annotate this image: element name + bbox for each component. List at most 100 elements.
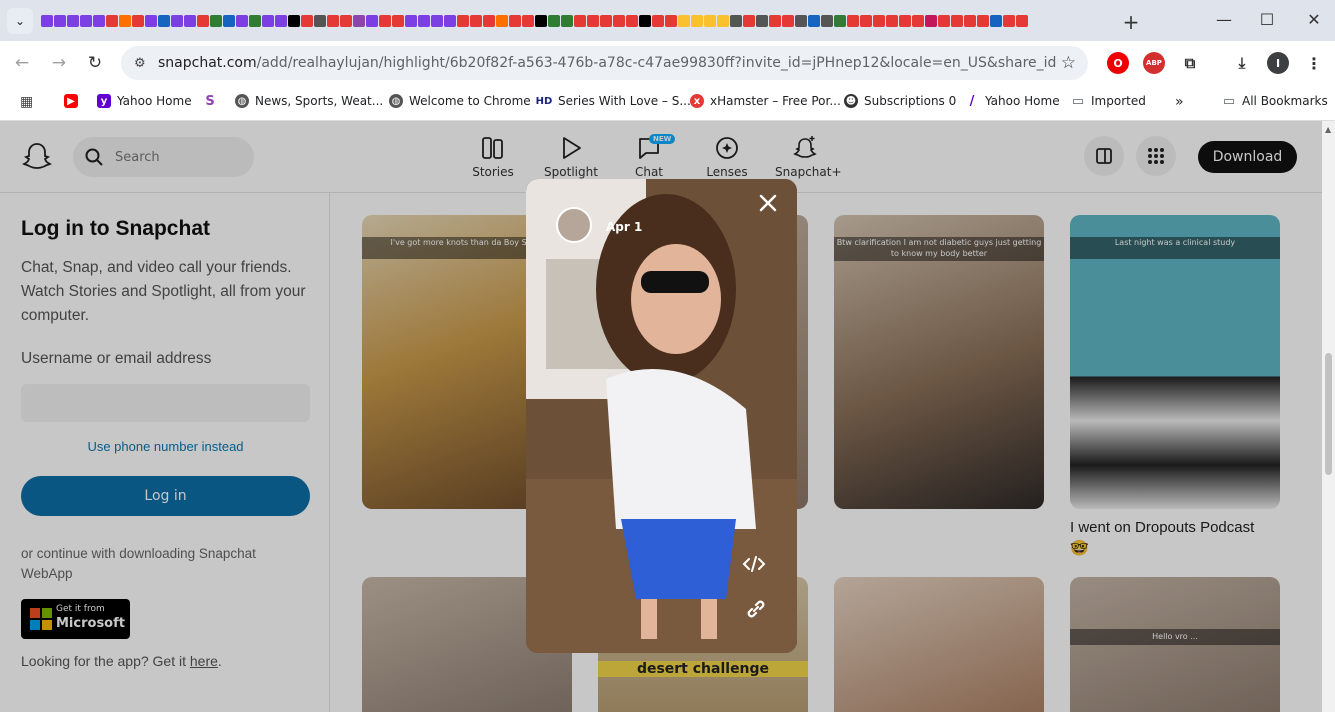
pinned-tab-favicon[interactable] <box>860 14 872 27</box>
pinned-tab-favicon[interactable] <box>1016 14 1028 27</box>
story-author-avatar[interactable] <box>556 207 592 243</box>
pinned-tab-favicon[interactable] <box>223 14 235 27</box>
bookmark-news[interactable]: ◍ News, Sports, Weat... <box>235 94 383 108</box>
pinned-tab-favicon[interactable] <box>769 14 781 27</box>
pinned-tab-favicon[interactable] <box>67 14 79 27</box>
embed-code-icon[interactable] <box>741 551 767 577</box>
url-text[interactable]: snapchat.com/add/realhaylujan/highlight/… <box>158 55 1058 71</box>
pinned-tab-favicon[interactable] <box>743 14 755 27</box>
pinned-tab-favicon[interactable] <box>366 14 378 27</box>
pinned-tab-favicon[interactable] <box>80 14 92 27</box>
pinned-tab-favicon[interactable] <box>496 14 508 27</box>
bookmark-series-with-love[interactable]: HD Series With Love – S... <box>536 94 691 108</box>
pinned-tab-favicon[interactable] <box>340 14 352 27</box>
pinned-tab-favicon[interactable] <box>821 14 833 27</box>
bookmark-subscriptions[interactable]: ☻ Subscriptions 0 <box>844 94 956 108</box>
minimize-button[interactable]: — <box>1212 10 1236 29</box>
pinned-tab-favicon[interactable] <box>756 14 768 27</box>
pinned-tab-favicon[interactable] <box>951 14 963 27</box>
pinned-tab-favicon[interactable] <box>171 14 183 27</box>
pinned-tab-favicon[interactable] <box>912 14 924 27</box>
pinned-tab-favicon[interactable] <box>665 14 677 27</box>
bookmark-imported-folder[interactable]: ▭ Imported <box>1071 94 1146 109</box>
bookmark-welcome-chrome[interactable]: ◍ Welcome to Chrome <box>389 94 531 108</box>
pinned-tab-favicon[interactable] <box>626 14 638 27</box>
forward-button[interactable]: → <box>49 53 69 73</box>
pinned-tab-favicon[interactable] <box>158 14 170 27</box>
pinned-tab-favicon[interactable] <box>938 14 950 27</box>
close-icon[interactable] <box>756 191 780 215</box>
browser-menu-icon[interactable]: ⋮ <box>1303 52 1325 74</box>
tab-search-button[interactable]: ⌄ <box>7 7 33 34</box>
pinned-tab-favicon[interactable] <box>899 14 911 27</box>
copy-link-icon[interactable] <box>744 597 768 621</box>
pinned-tab-favicon[interactable] <box>509 14 521 27</box>
pinned-tab-favicons[interactable] <box>41 11 1106 31</box>
pinned-tab-favicon[interactable] <box>873 14 885 27</box>
page-scrollbar[interactable]: ▲ <box>1322 121 1335 712</box>
address-bar[interactable]: ⚙ snapchat.com/add/realhaylujan/highligh… <box>121 46 1088 80</box>
scroll-thumb[interactable] <box>1325 353 1332 475</box>
new-tab-button[interactable]: + <box>1119 10 1143 34</box>
bookmark-s[interactable]: S <box>203 94 223 109</box>
pinned-tab-favicon[interactable] <box>197 14 209 27</box>
pinned-tab-favicon[interactable] <box>262 14 274 27</box>
all-bookmarks-folder[interactable]: ▭ All Bookmarks <box>1222 94 1328 109</box>
pinned-tab-favicon[interactable] <box>704 14 716 27</box>
maximize-button[interactable]: ☐ <box>1255 10 1279 29</box>
pinned-tab-favicon[interactable] <box>327 14 339 27</box>
pinned-tab-favicon[interactable] <box>977 14 989 27</box>
back-button[interactable]: ← <box>12 53 32 73</box>
pinned-tab-favicon[interactable] <box>587 14 599 27</box>
pinned-tab-favicon[interactable] <box>561 14 573 27</box>
pinned-tab-favicon[interactable] <box>457 14 469 27</box>
pinned-tab-favicon[interactable] <box>210 14 222 27</box>
site-info-icon[interactable]: ⚙ <box>134 56 152 71</box>
scroll-up-arrow-icon[interactable]: ▲ <box>1325 125 1331 134</box>
pinned-tab-favicon[interactable] <box>717 14 729 27</box>
pinned-tab-favicon[interactable] <box>379 14 391 27</box>
pinned-tab-favicon[interactable] <box>106 14 118 27</box>
pinned-tab-favicon[interactable] <box>548 14 560 27</box>
pinned-tab-favicon[interactable] <box>236 14 248 27</box>
profile-avatar[interactable]: I <box>1267 52 1289 74</box>
pinned-tab-favicon[interactable] <box>41 14 53 27</box>
pinned-tab-favicon[interactable] <box>535 14 547 27</box>
bookmarks-overflow-button[interactable]: » <box>1175 94 1184 110</box>
pinned-tab-favicon[interactable] <box>405 14 417 27</box>
story-viewer[interactable]: Apr 1 <box>526 179 797 653</box>
pinned-tab-favicon[interactable] <box>847 14 859 27</box>
pinned-tab-favicon[interactable] <box>639 14 651 27</box>
pinned-tab-favicon[interactable] <box>574 14 586 27</box>
pinned-tab-favicon[interactable] <box>483 14 495 27</box>
pinned-tab-favicon[interactable] <box>652 14 664 27</box>
pinned-tab-favicon[interactable] <box>886 14 898 27</box>
extensions-icon[interactable]: ⧉ <box>1179 52 1201 74</box>
bookmark-youtube[interactable]: ▶ <box>64 94 84 108</box>
bookmark-yahoo-home[interactable]: y Yahoo Home <box>97 94 192 108</box>
pinned-tab-favicon[interactable] <box>1003 14 1015 27</box>
pinned-tab-favicon[interactable] <box>431 14 443 27</box>
pinned-tab-favicon[interactable] <box>964 14 976 27</box>
downloads-icon[interactable]: ⤓ <box>1231 52 1253 74</box>
pinned-tab-favicon[interactable] <box>301 14 313 27</box>
pinned-tab-favicon[interactable] <box>522 14 534 27</box>
opera-extension-icon[interactable]: O <box>1107 52 1129 74</box>
pinned-tab-favicon[interactable] <box>184 14 196 27</box>
close-window-button[interactable]: ✕ <box>1302 10 1326 29</box>
pinned-tab-favicon[interactable] <box>275 14 287 27</box>
pinned-tab-favicon[interactable] <box>678 14 690 27</box>
adblock-extension-icon[interactable]: ABP <box>1143 52 1165 74</box>
pinned-tab-favicon[interactable] <box>782 14 794 27</box>
pinned-tab-favicon[interactable] <box>93 14 105 27</box>
apps-grid-icon[interactable]: ▦ <box>20 94 33 110</box>
pinned-tab-favicon[interactable] <box>145 14 157 27</box>
pinned-tab-favicon[interactable] <box>470 14 482 27</box>
pinned-tab-favicon[interactable] <box>314 14 326 27</box>
pinned-tab-favicon[interactable] <box>925 14 937 27</box>
bookmark-yahoo-home-2[interactable]: / Yahoo Home <box>965 94 1060 109</box>
reload-button[interactable]: ↻ <box>85 53 105 73</box>
pinned-tab-favicon[interactable] <box>795 14 807 27</box>
pinned-tab-favicon[interactable] <box>418 14 430 27</box>
pinned-tab-favicon[interactable] <box>288 14 300 27</box>
